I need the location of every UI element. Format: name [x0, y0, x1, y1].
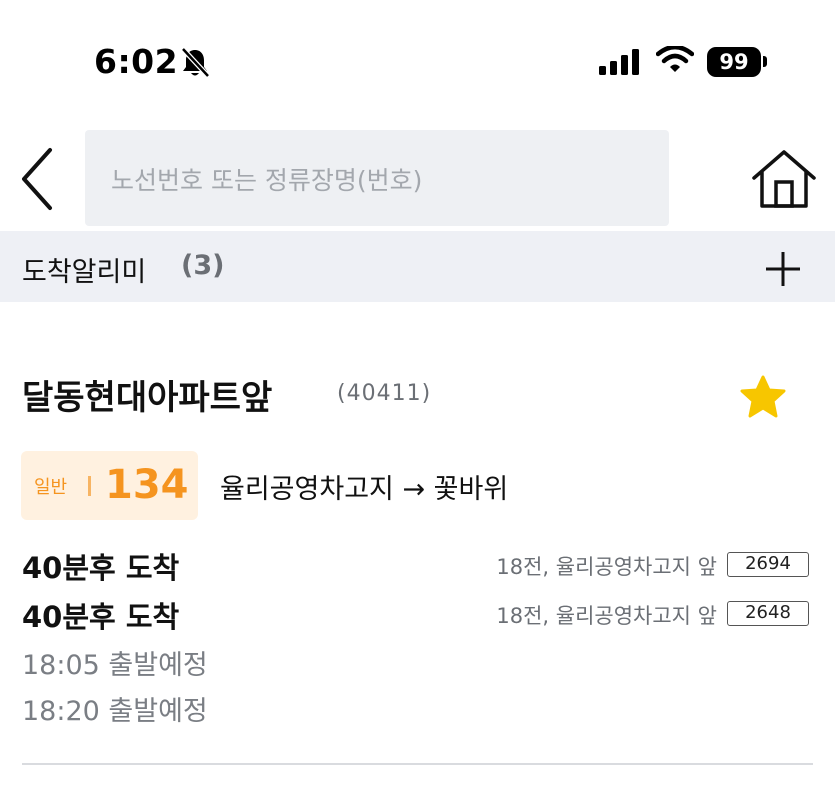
- stop-name: 달동현대아파트앞: [22, 378, 273, 418]
- arrival-info-2: 18전, 율리공영차고지 앞: [496, 604, 717, 628]
- star-icon[interactable]: [738, 374, 788, 420]
- section-divider: [22, 763, 813, 765]
- status-bar: 6:02 99: [0, 0, 835, 110]
- arrival-time-2: 40분후 도착: [22, 600, 180, 634]
- home-icon[interactable]: [750, 148, 818, 210]
- route-direction: 율리공영차고지 → 꽃바위: [220, 474, 509, 505]
- stop-id: (40411): [337, 381, 432, 406]
- arrival-info-1: 18전, 율리공영차고지 앞: [496, 555, 717, 579]
- wifi-icon: [656, 46, 694, 72]
- route-number: 134: [105, 462, 189, 508]
- arrival-alert-bar: 도착알리미 (3): [0, 231, 835, 302]
- alert-count: (3): [181, 250, 225, 281]
- search-input[interactable]: 노선번호 또는 정류장명(번호): [85, 130, 669, 226]
- bus-plate-2: 2648: [727, 601, 809, 626]
- departure-time-1: 18:05 출발예정: [22, 650, 208, 681]
- bus-plate-1: 2694: [727, 552, 809, 577]
- cellular-signal-icon: [599, 49, 639, 75]
- status-time: 6:02: [94, 42, 179, 81]
- bus-stop-page: 6:02 99 노선번호 또는 정류장명(번호) 도착알리미 (3) 달동현대아…: [0, 0, 835, 787]
- battery-nub: [763, 56, 767, 67]
- route-badge[interactable]: 일반 134: [21, 451, 198, 520]
- chevron-left-icon[interactable]: [16, 146, 60, 212]
- plus-icon[interactable]: [764, 250, 802, 288]
- departure-time-2: 18:20 출발예정: [22, 696, 208, 727]
- battery-icon: 99: [707, 47, 761, 77]
- route-type: 일반: [34, 477, 68, 498]
- bell-slash-icon: [181, 47, 210, 78]
- alert-title: 도착알리미: [22, 257, 147, 288]
- arrival-time-1: 40분후 도착: [22, 551, 180, 585]
- search-placeholder: 노선번호 또는 정류장명(번호): [111, 166, 423, 195]
- route-divider: [88, 476, 91, 496]
